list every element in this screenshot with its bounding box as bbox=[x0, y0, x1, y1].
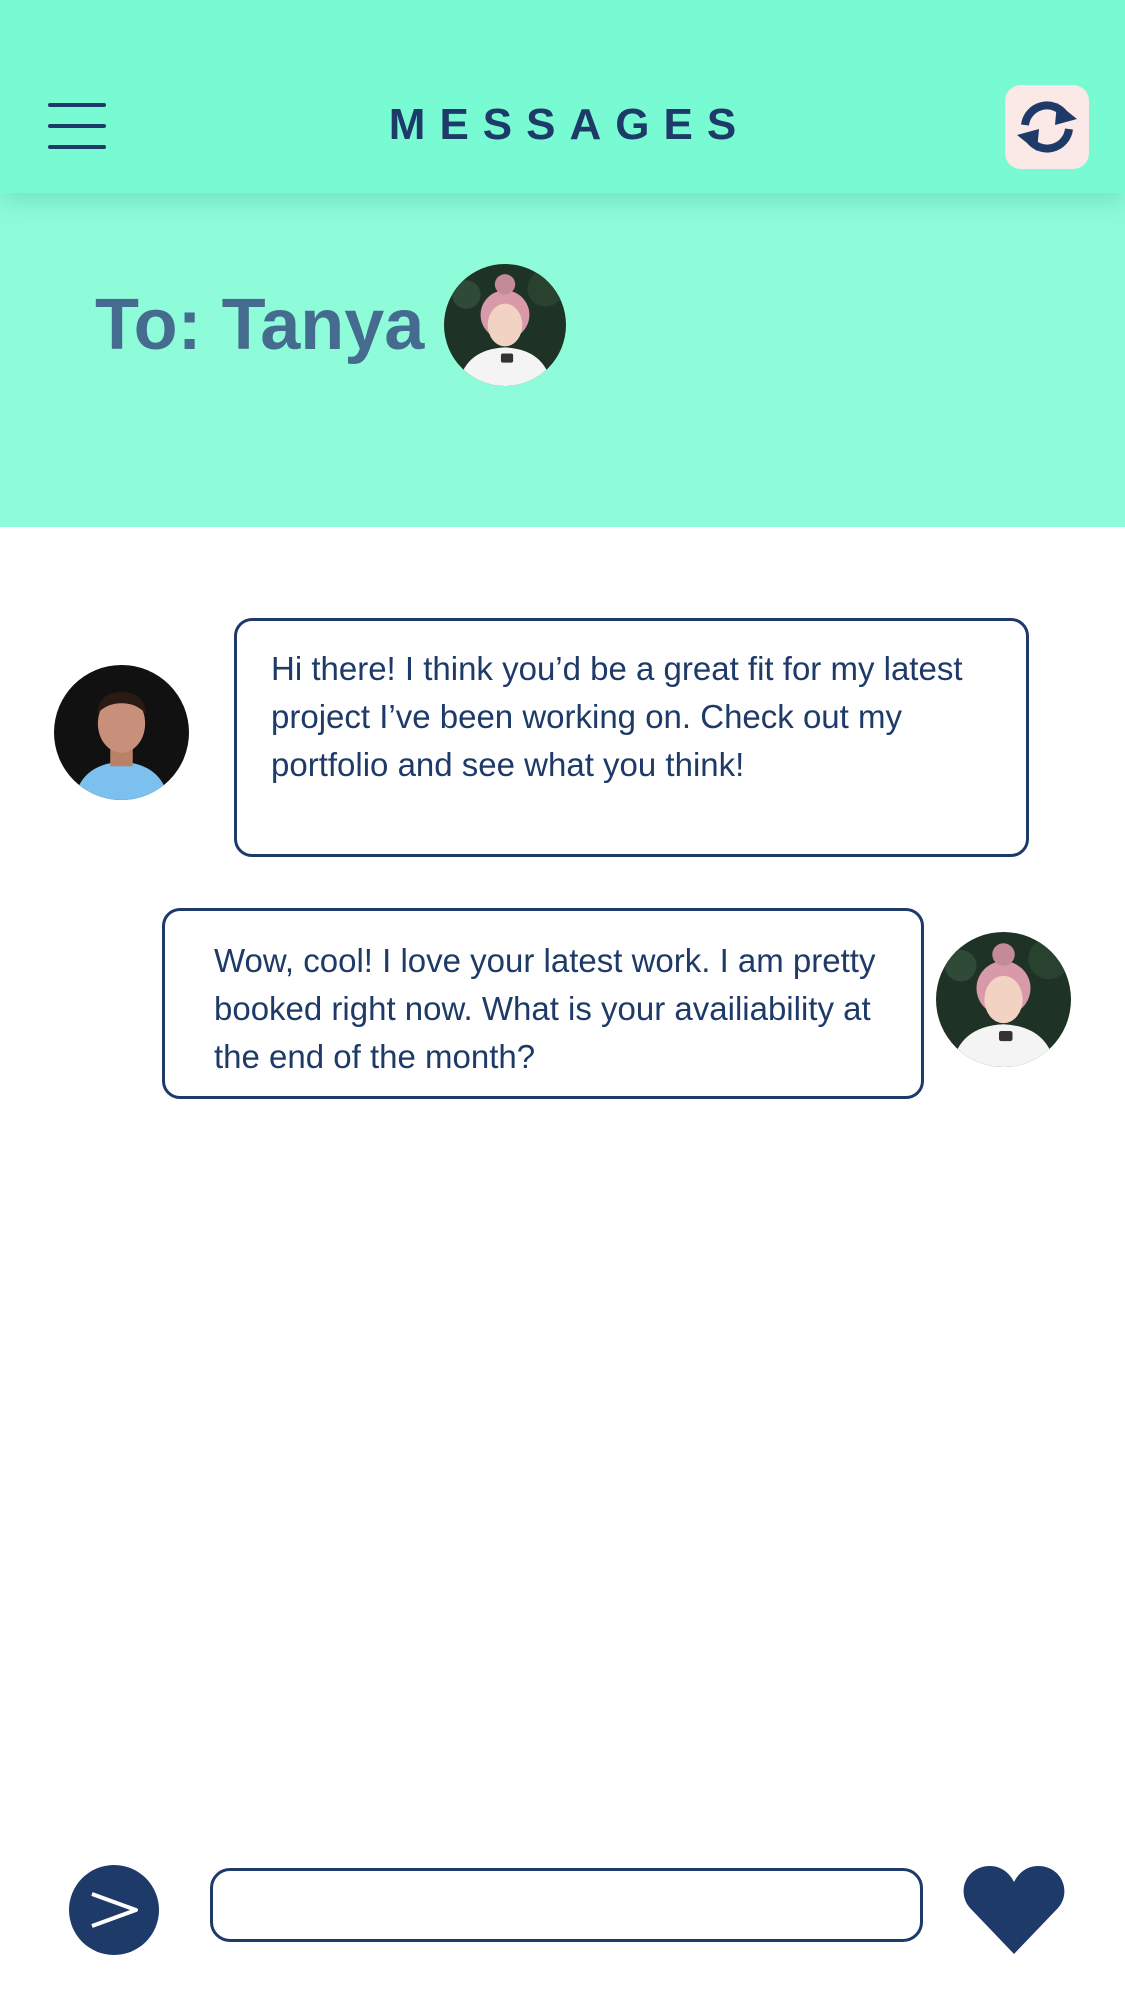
send-button[interactable] bbox=[69, 1865, 159, 1955]
message-bubble-received: Wow, cool! I love your latest work. I am… bbox=[162, 908, 924, 1099]
top-bar: MESSAGES bbox=[0, 0, 1125, 193]
tanya-avatar[interactable] bbox=[444, 264, 567, 386]
message-bubble-sent: Hi there! I think you’d be a great fit f… bbox=[234, 618, 1029, 857]
like-button[interactable] bbox=[962, 1862, 1066, 1956]
recipient-label: To: Tanya bbox=[95, 285, 425, 365]
recipient-line: To: Tanya bbox=[95, 260, 567, 390]
message-input[interactable] bbox=[210, 1868, 923, 1942]
refresh-button[interactable] bbox=[1005, 85, 1089, 169]
tanya-avatar[interactable] bbox=[936, 932, 1071, 1067]
send-icon bbox=[91, 1892, 138, 1928]
heart-icon bbox=[963, 1866, 1065, 1954]
man-avatar[interactable] bbox=[54, 665, 189, 800]
page-title: MESSAGES bbox=[388, 100, 751, 149]
refresh-icon bbox=[1017, 101, 1077, 153]
